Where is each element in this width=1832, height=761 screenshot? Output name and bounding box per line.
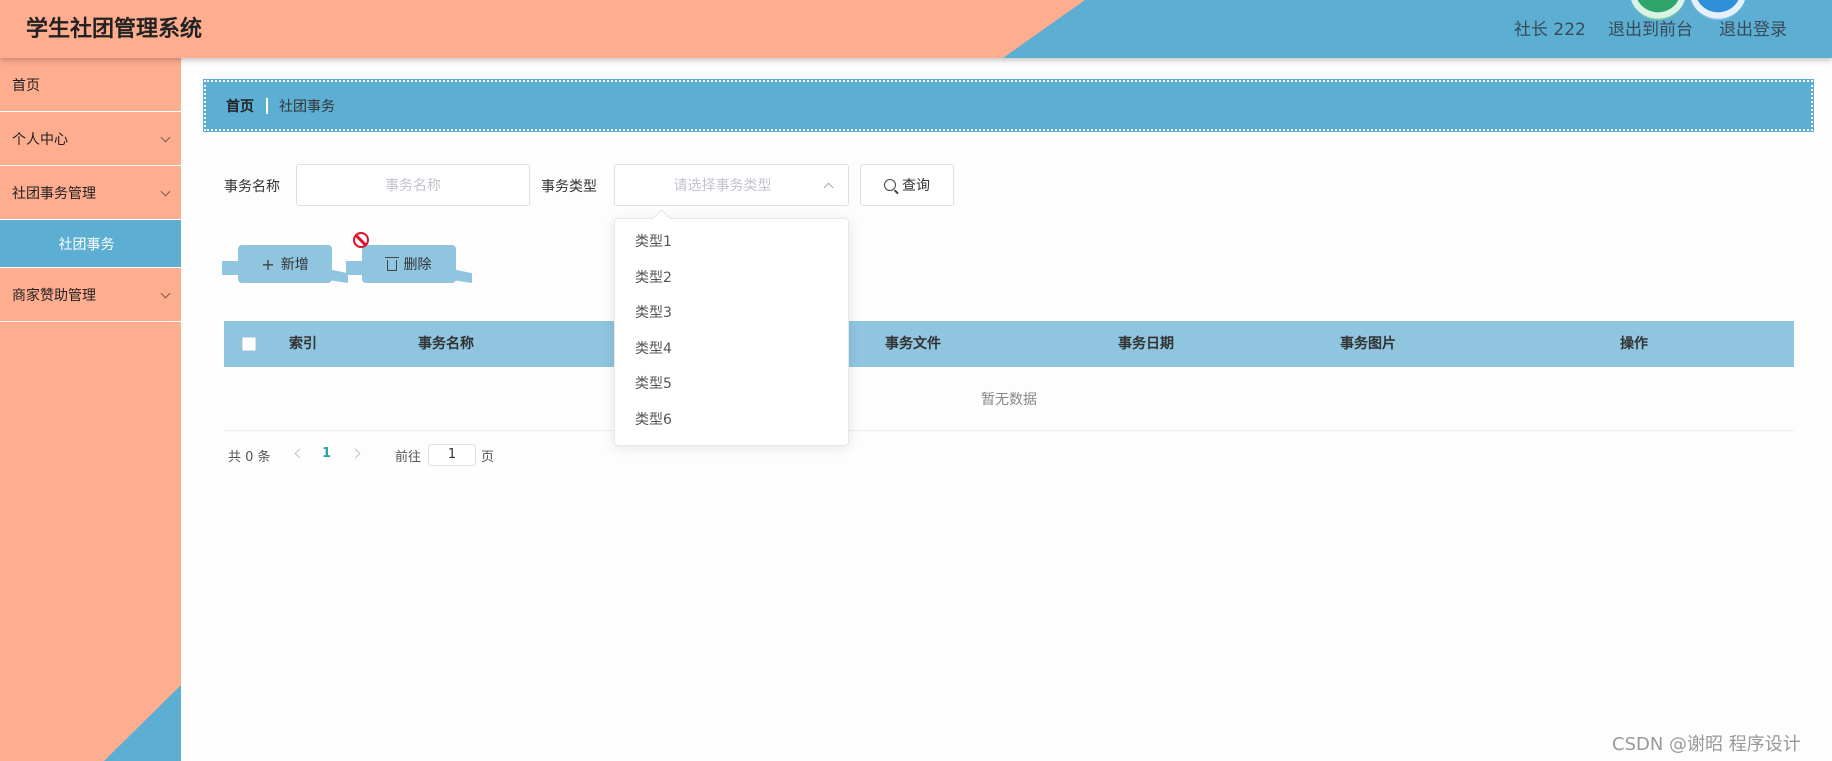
column-header-affair-date: 事务日期: [1118, 336, 1174, 352]
prev-page-icon[interactable]: [294, 448, 305, 459]
column-header-affair-image: 事务图片: [1340, 336, 1396, 352]
current-user-label: 社长 222: [1514, 20, 1586, 40]
dropdown-option[interactable]: 类型3: [615, 296, 848, 332]
next-page-icon[interactable]: [350, 448, 361, 459]
goto-label: 前往: [395, 449, 422, 465]
sidebar-decoration: [104, 685, 181, 761]
page-number-current[interactable]: 1: [322, 446, 331, 461]
affair-name-input[interactable]: 事务名称: [296, 164, 530, 206]
sidebar-item-label: 社团事务管理: [12, 185, 96, 202]
affair-name-label: 事务名称: [224, 179, 280, 195]
add-button[interactable]: + 新增: [238, 245, 332, 283]
affair-type-dropdown: 类型1 类型2 类型3 类型4 类型5 类型6: [614, 218, 849, 446]
plus-icon: +: [261, 254, 275, 274]
add-button-label: 新增: [280, 257, 309, 273]
goto-page-input[interactable]: 1: [428, 444, 476, 466]
column-header-actions: 操作: [1620, 336, 1648, 352]
app-title: 学生社团管理系统: [26, 17, 203, 42]
sidebar-item-label: 社团事务: [58, 236, 115, 253]
breadcrumb-home[interactable]: 首页: [226, 96, 254, 116]
dropdown-option[interactable]: 类型2: [615, 261, 848, 297]
sidebar-item-home[interactable]: 首页: [0, 58, 181, 112]
breadcrumb-current: 社团事务: [279, 98, 335, 115]
sidebar-item-label: 个人中心: [12, 131, 68, 148]
column-header-affair-name: 事务名称: [418, 336, 474, 352]
sidebar-item-personal-center[interactable]: 个人中心: [0, 112, 181, 166]
delete-button-label: 删除: [403, 257, 432, 273]
sidebar: 首页 个人中心 社团事务管理 社团事务 商家赞助管理: [0, 58, 181, 761]
dropdown-option[interactable]: 类型1: [615, 225, 848, 261]
dropdown-option[interactable]: 类型6: [615, 403, 848, 439]
logout-link[interactable]: 退出登录: [1719, 15, 1787, 40]
add-button-wrap: + 新增: [222, 245, 348, 283]
dropdown-option[interactable]: 类型5: [615, 367, 848, 403]
table-empty-row: 暂无数据: [224, 367, 1794, 431]
chevron-down-icon: [160, 132, 171, 142]
sidebar-item-label: 商家赞助管理: [12, 287, 96, 304]
not-allowed-cursor-icon: [353, 232, 369, 248]
breadcrumb-divider: [266, 97, 268, 114]
chevron-down-icon: [160, 288, 171, 298]
query-button[interactable]: 查询: [860, 164, 954, 206]
select-all-checkbox[interactable]: [242, 337, 256, 351]
front-page-link[interactable]: 退出到前台: [1608, 15, 1693, 40]
sidebar-item-club-affairs[interactable]: 社团事务: [0, 220, 181, 268]
empty-text: 暂无数据: [981, 391, 1037, 408]
query-button-label: 查询: [902, 178, 930, 194]
affair-type-label: 事务类型: [541, 179, 597, 195]
affair-type-placeholder: 请选择事务类型: [673, 178, 772, 194]
column-header-index: 索引: [289, 336, 317, 352]
delete-button[interactable]: 删除: [362, 245, 456, 283]
breadcrumb: 首页 社团事务: [203, 79, 1814, 132]
affair-type-select[interactable]: 请选择事务类型: [614, 164, 849, 206]
sidebar-item-sponsorship-management[interactable]: 商家赞助管理: [0, 268, 181, 322]
sidebar-item-label: 首页: [12, 77, 40, 94]
chevron-up-icon: [823, 182, 834, 193]
watermark-text: CSDN @谢昭 程序设计: [1612, 734, 1801, 755]
top-header: 学生社团管理系统 社长 222 退出到前台 退出登录: [0, 0, 1832, 58]
trash-icon: [384, 256, 399, 271]
column-header-affair-file: 事务文件: [885, 336, 941, 352]
delete-button-wrap: 删除: [346, 245, 472, 283]
page-suffix-label: 页: [481, 449, 495, 465]
affair-name-placeholder: 事务名称: [385, 178, 441, 194]
dropdown-option[interactable]: 类型4: [615, 332, 848, 368]
sidebar-item-affairs-management[interactable]: 社团事务管理: [0, 166, 181, 220]
pagination-total: 共 0 条: [228, 449, 271, 465]
search-icon: [884, 179, 896, 191]
table-header: 索引 事务名称 事务文件 事务日期 事务图片 操作: [224, 321, 1794, 367]
chevron-down-icon: [160, 186, 171, 196]
